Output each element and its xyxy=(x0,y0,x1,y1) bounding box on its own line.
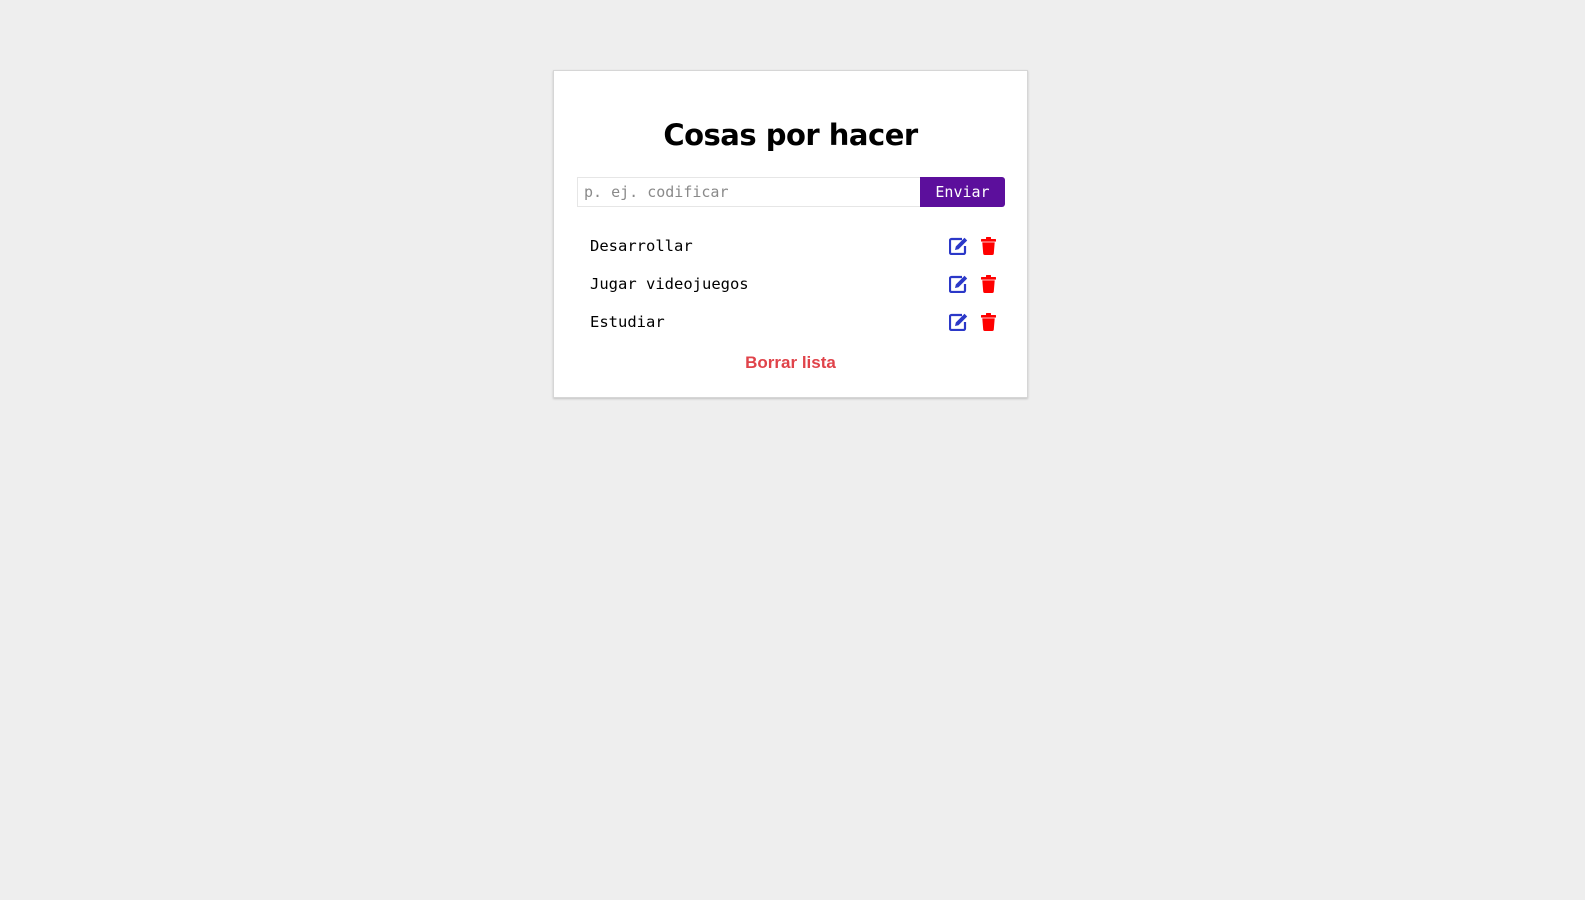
todo-card: Cosas por hacer Enviar Desarrollar xyxy=(553,70,1028,398)
trash-icon[interactable] xyxy=(978,274,998,294)
list-item: Desarrollar xyxy=(577,227,1005,265)
list-item-text: Desarrollar xyxy=(590,237,693,255)
trash-icon[interactable] xyxy=(978,312,998,332)
add-task-form: Enviar xyxy=(577,177,1005,207)
task-input[interactable] xyxy=(577,177,920,207)
trash-icon[interactable] xyxy=(978,236,998,256)
list-item: Jugar videojuegos xyxy=(577,265,1005,303)
clear-list-button[interactable]: Borrar lista xyxy=(554,353,1027,373)
todo-list: Desarrollar Jugar videojuegos Estudiar xyxy=(577,227,1005,341)
list-item-text: Jugar videojuegos xyxy=(590,275,749,293)
page-title: Cosas por hacer xyxy=(663,118,918,152)
edit-icon[interactable] xyxy=(948,312,968,332)
submit-button[interactable]: Enviar xyxy=(920,177,1005,207)
edit-icon[interactable] xyxy=(948,236,968,256)
list-item: Estudiar xyxy=(577,303,1005,341)
list-item-text: Estudiar xyxy=(590,313,665,331)
edit-icon[interactable] xyxy=(948,274,968,294)
